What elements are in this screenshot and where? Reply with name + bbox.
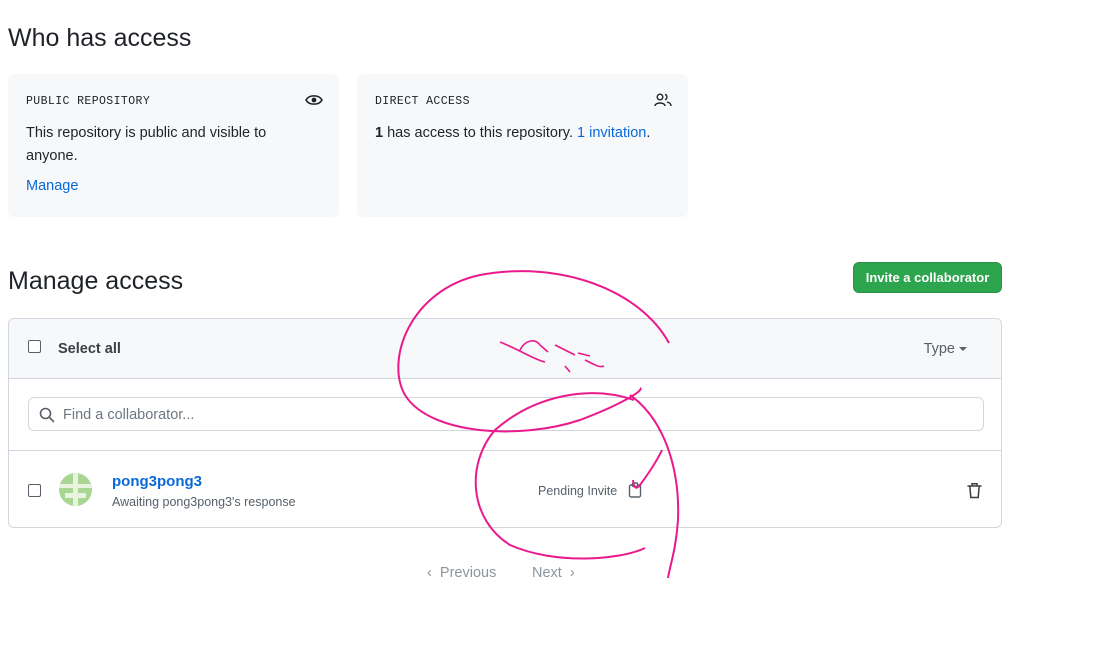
copy-icon[interactable] (628, 482, 642, 503)
caret-down-icon (959, 347, 967, 352)
search-box (28, 397, 984, 432)
trash-icon[interactable] (967, 482, 982, 504)
pending-invite-label: Pending Invite (538, 484, 618, 498)
next-label: Next (532, 565, 562, 581)
select-all-label[interactable]: Select all (58, 341, 121, 357)
type-filter-dropdown[interactable]: Type (924, 341, 967, 357)
people-icon (654, 93, 672, 112)
direct-access-sentence: has access to this repository. (383, 125, 578, 141)
manage-visibility-link[interactable]: Manage (26, 178, 321, 194)
invitation-link[interactable]: 1 invitation (577, 125, 646, 141)
direct-access-label: DIRECT ACCESS (375, 95, 470, 108)
avatar[interactable] (59, 473, 92, 506)
public-repository-card: PUBLIC REPOSITORY This repository is pub… (8, 74, 339, 217)
who-has-access-title: Who has access (8, 24, 192, 52)
member-name-link[interactable]: pong3pong3 (112, 473, 202, 490)
search-icon (39, 407, 55, 423)
direct-access-text: 1 has access to this repository. 1 invit… (375, 122, 670, 145)
manage-access-title: Manage access (8, 267, 184, 295)
public-repository-text: This repository is public and visible to… (26, 125, 267, 164)
invite-collaborator-button[interactable]: Invite a collaborator (853, 262, 1002, 293)
access-list: Select all Type pong3pong3 Awaiting pong… (8, 318, 1002, 528)
member-row: pong3pong3 Awaiting pong3pong3's respons… (9, 451, 1001, 527)
eye-icon (305, 93, 323, 112)
find-collaborator-input[interactable] (61, 398, 965, 432)
chevron-left-icon: ‹ (427, 565, 432, 581)
type-filter-label: Type (923, 341, 955, 357)
access-list-header: Select all Type (9, 319, 1001, 379)
member-status: Awaiting pong3pong3's response (112, 495, 296, 509)
previous-page-button[interactable]: ‹ Previous (427, 565, 496, 581)
select-all-checkbox[interactable] (28, 340, 41, 353)
next-page-button[interactable]: Next › (532, 565, 575, 581)
search-row (9, 379, 1001, 451)
direct-access-card: DIRECT ACCESS 1 has access to this repos… (357, 74, 688, 217)
direct-access-suffix: . (646, 125, 651, 141)
public-repository-label: PUBLIC REPOSITORY (26, 95, 151, 108)
previous-label: Previous (439, 565, 497, 581)
direct-access-count: 1 (375, 125, 384, 141)
chevron-right-icon: › (569, 565, 575, 581)
member-checkbox[interactable] (28, 484, 41, 497)
